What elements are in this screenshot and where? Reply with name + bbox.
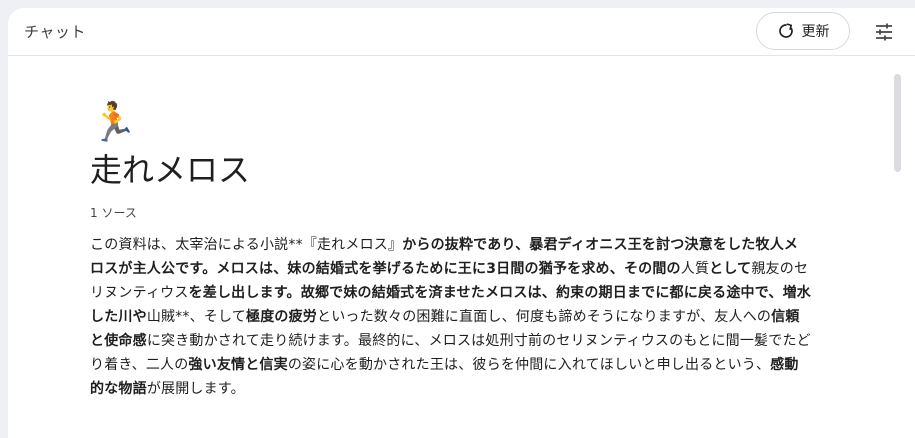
summary-bold-text: 強い友情と信実 (188, 357, 288, 373)
refresh-icon (777, 22, 795, 40)
summary-text: 人質 (680, 261, 710, 277)
notebook-summary: この資料は、太宰治による小説**『走れメロス』からの抜粋であり、暴君ディオニス王… (90, 233, 812, 401)
summary-text: が展開します。 (146, 381, 245, 397)
summary-text: といった数々の困難に直面し、何度も諦めそうになりますが、友人への (317, 309, 772, 325)
scrollbar-thumb[interactable] (894, 74, 901, 172)
notebook-overview: 🏃 走れメロス 1 ソース この資料は、太宰治による小説**『走れメロス』からの… (90, 98, 812, 401)
summary-bold-text: として (709, 261, 752, 277)
summary-text: この資料は、太宰治による小説**『走れメロス』 (90, 237, 403, 253)
refresh-button[interactable]: 更新 (756, 12, 850, 50)
notebook-emoji: 🏃 (90, 100, 138, 144)
chat-title: チャット (24, 23, 86, 41)
chat-header: チャット 更新 (8, 8, 915, 56)
summary-bold-text: 極度の疲労 (246, 309, 317, 325)
notebook-title: 走れメロス (90, 151, 251, 189)
chat-panel: チャット 更新 🏃 走れメロス 1 ソース この資料は、太宰治による小説**『走… (8, 8, 915, 438)
summary-text: の姿に心を動かされた王は、彼らを仲間に入れてほしいと申し出るという、 (287, 357, 771, 373)
tune-button[interactable] (874, 22, 894, 42)
source-count: 1 ソース (90, 206, 137, 220)
summary-text: 山賊**、そして (146, 309, 246, 325)
tune-icon (874, 23, 894, 46)
refresh-label: 更新 (801, 24, 830, 40)
scrollbar[interactable] (894, 74, 902, 434)
